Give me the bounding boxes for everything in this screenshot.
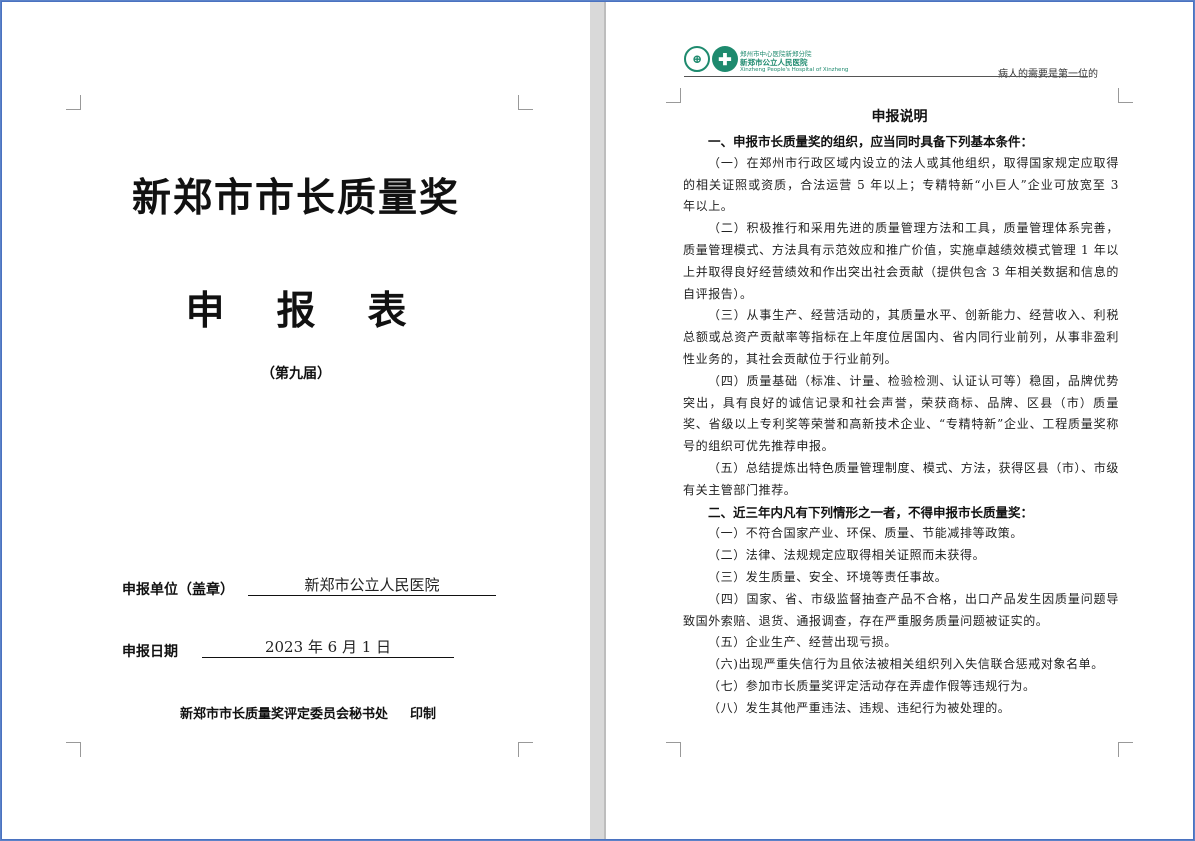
instructions-page: ⊕ ✚ 郑州市中心医院新郑分院 新郑市公立人民医院 Xinzheng Peopl… [606,2,1193,839]
page-gutter [590,2,604,839]
header-slogan: 病人的需要是第一位的 [998,69,1098,80]
exclusion-item: （六)出现严重失信行为且依法被相关组织列入失信联合惩戒对象名单。 [708,657,1104,672]
condition-item: （一）在郑州市行政区域内设立的法人或其他组织，取得国家规定应取得的相关证照或资质… [683,155,1119,214]
crop-mark [518,742,533,757]
header-hospital-line3: Xinzheng People's Hospital of Xinzheng [740,67,849,73]
condition-item: （四）质量基础（标准、计量、检验检测、认证认可等）稳固，品牌优势突出，具有良好的… [683,373,1119,454]
printer-org: 新郑市市长质量奖评定委员会秘书处 [180,707,389,722]
exclusion-item: （四）国家、省、市级监督抽查产品不合格，出口产品发生因质量问题导致国外索赔、退货… [683,591,1119,628]
date-field-label: 申报日期 [122,644,178,660]
condition-item: （五）总结提炼出特色质量管理制度、模式、方法，获得区县（市）、市级有关主管部门推… [683,460,1119,497]
crop-mark [666,88,681,103]
crop-mark [518,95,533,110]
instructions-body: 一、申报市长质量奖的组织，应当同时具备下列基本条件： （一）在郑州市行政区域内设… [683,131,1119,720]
crop-mark [1118,742,1133,757]
printer-line: 新郑市市长质量奖评定委员会秘书处 印制 [180,703,436,722]
section-heading: 一、申报市长质量奖的组织，应当同时具备下列基本条件： [708,134,1034,149]
exclusion-item: （二）法律、法规规定应取得相关证照而未获得。 [708,548,986,563]
unit-field-label: 申报单位（盖章） [122,582,234,598]
crop-mark [1118,88,1133,103]
hospital-logo-icon: ⊕ [684,46,710,72]
form-title: 申报表 [2,280,590,336]
form-title-char: 表 [367,289,407,334]
exclusion-item: （五）企业生产、经营出现亏损。 [708,635,898,650]
document-viewer: 新郑市市长质量奖 申 报 表 （第九届） 申报单位（盖章） 新郑市公立人民医院 申报… [1,1,1194,840]
instructions-title: 申报说明 [871,109,928,125]
crop-mark [666,742,681,757]
crop-mark [66,742,81,757]
exclusion-item: （七）参加市长质量奖评定活动存在弄虚作假等违规行为。 [708,678,1036,693]
form-title-char: 报 [276,289,316,334]
exclusion-item: （三）发生质量、安全、环境等责任事故。 [708,569,948,584]
cover-title: 新郑市市长质量奖 [131,176,460,221]
unit-field-value: 新郑市公立人民医院 [248,576,496,596]
crop-mark [66,95,81,110]
section-heading: 二、近三年内凡有下列情形之一者，不得申报市长质量奖： [708,504,1034,520]
exclusion-item: （一）不符合国家产业、环保、质量、节能减排等政策。 [708,526,1024,541]
form-title-char: 申 [185,289,225,334]
printer-action: 印制 [410,707,437,722]
condition-item: （三）从事生产、经营活动的，其质量水平、创新能力、经营收入、利税总额或总资产贡献… [683,308,1119,366]
edition-label: （第九届） [261,366,331,382]
medical-cross-icon: ✚ [712,46,738,72]
cover-page: 新郑市市长质量奖 申 报 表 （第九届） 申报单位（盖章） 新郑市公立人民医院 申报… [2,2,590,839]
header-divider [684,76,1088,77]
date-field-value: 2023 年 6 月 1 日 [202,638,454,658]
condition-item: （二）积极推行和采用先进的质量管理方法和工具，质量管理体系完善，质量管理模式、方… [683,221,1119,301]
exclusion-item: （八）发生其他严重违法、违规、违纪行为被处理的。 [708,700,1011,715]
